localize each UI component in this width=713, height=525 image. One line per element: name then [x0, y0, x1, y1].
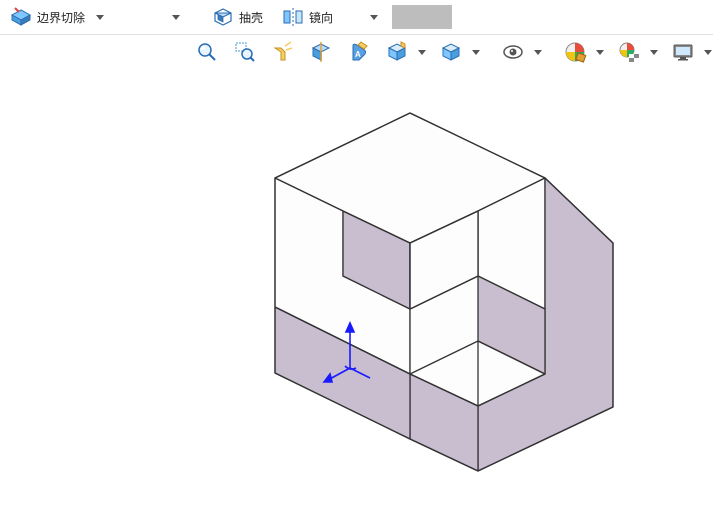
- visibility-icon[interactable]: [496, 37, 530, 67]
- toolbar-row-view: A: [0, 34, 713, 69]
- box-shade-dropdown[interactable]: [418, 50, 426, 55]
- mirror-icon: [281, 5, 305, 29]
- mirror-button[interactable]: 镜向: [276, 2, 338, 32]
- appearance-dropdown[interactable]: [596, 50, 604, 55]
- scene-dropdown[interactable]: [650, 50, 658, 55]
- display-icon[interactable]: [666, 37, 700, 67]
- boundary-cut-label: 边界切除: [37, 9, 85, 26]
- mirror-label: 镜向: [309, 9, 333, 26]
- scene-icon[interactable]: [612, 37, 646, 67]
- shell-button[interactable]: 抽壳: [206, 2, 268, 32]
- svg-text:A: A: [355, 50, 361, 59]
- shell-label: 抽壳: [239, 9, 263, 26]
- graphics-viewport[interactable]: [0, 68, 713, 525]
- section-icon[interactable]: [304, 37, 338, 67]
- feature-dropdown-2[interactable]: [368, 15, 380, 20]
- measure-icon[interactable]: A: [342, 37, 376, 67]
- model-view: [0, 68, 713, 525]
- display-dropdown[interactable]: [704, 50, 712, 55]
- box-wire-icon[interactable]: [434, 37, 468, 67]
- boundary-cut-dropdown[interactable]: [94, 15, 106, 20]
- appearance-icon[interactable]: [558, 37, 592, 67]
- zoom-window-icon[interactable]: [228, 37, 262, 67]
- box-shade-icon[interactable]: [380, 37, 414, 67]
- feature-dropdown-1[interactable]: [170, 15, 182, 20]
- boundary-cut-button[interactable]: 边界切除: [4, 2, 90, 32]
- flashlight-icon[interactable]: [266, 37, 300, 67]
- zoom-fit-icon[interactable]: [190, 37, 224, 67]
- toolbar-row-features: 边界切除 抽壳 镜向: [0, 0, 713, 34]
- shell-icon: [211, 5, 235, 29]
- color-swatch[interactable]: [392, 5, 452, 29]
- visibility-dropdown[interactable]: [534, 50, 542, 55]
- boundary-cut-icon: [9, 5, 33, 29]
- box-wire-dropdown[interactable]: [472, 50, 480, 55]
